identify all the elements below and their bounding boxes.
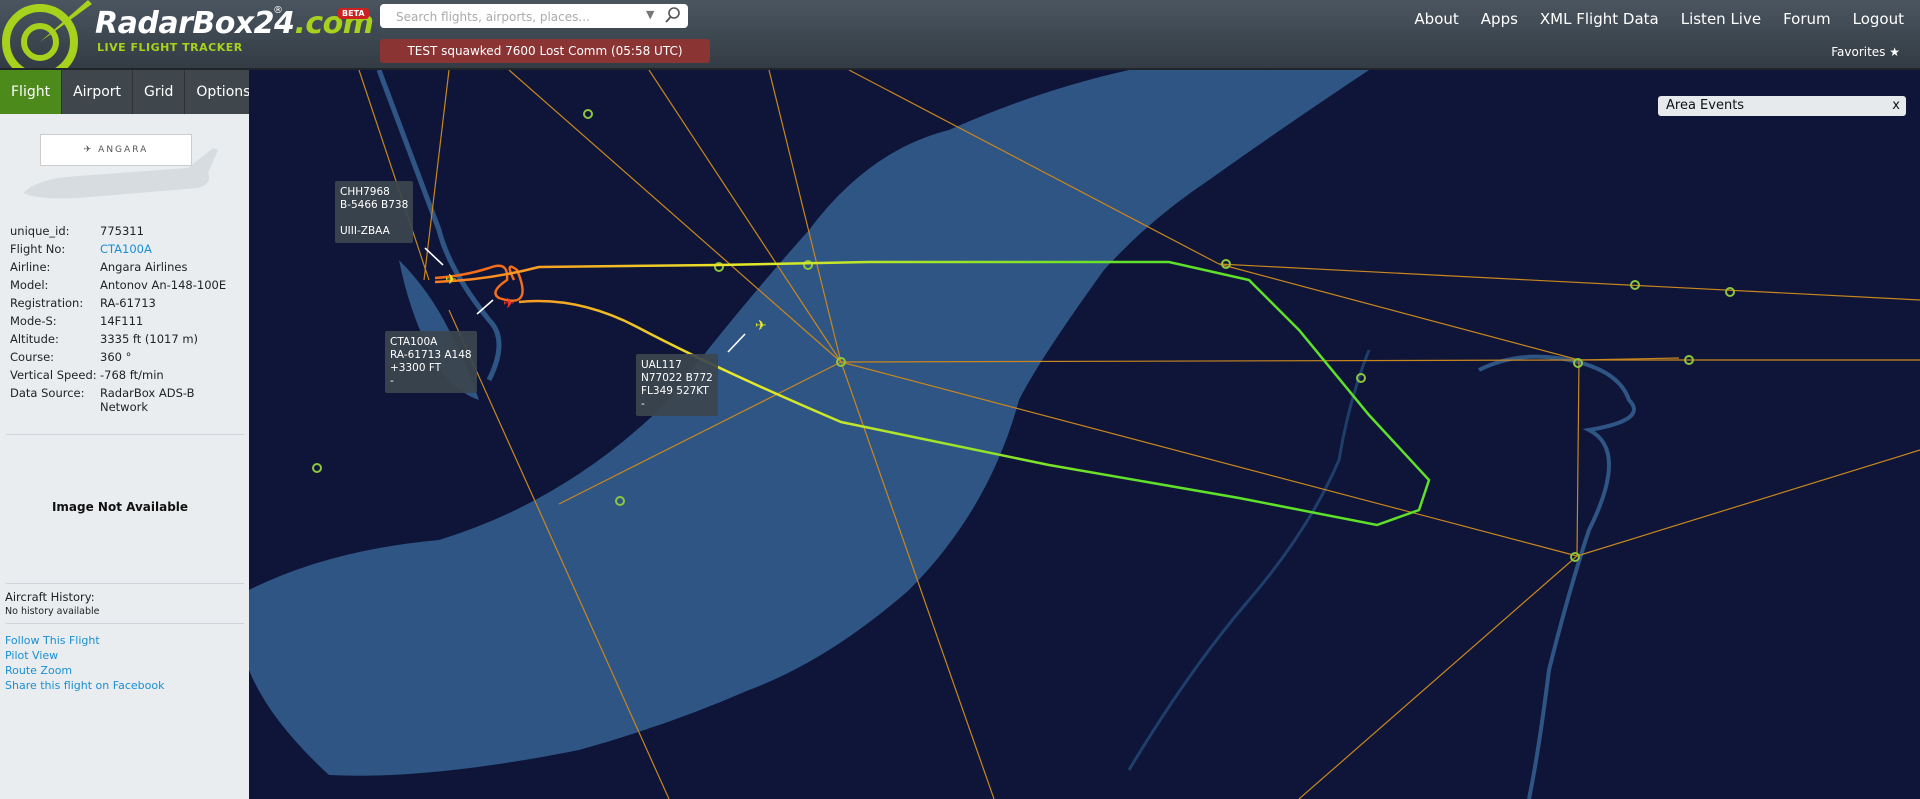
image-not-available: Image Not Available bbox=[51, 500, 189, 514]
info-value: -768 ft/min bbox=[100, 368, 164, 382]
info-key: Vertical Speed: bbox=[10, 368, 97, 382]
tab-flight[interactable]: Flight bbox=[0, 70, 63, 114]
svg-text:✈: ✈ bbox=[755, 318, 767, 334]
info-row-registration: Registration: RA-61713 bbox=[10, 296, 240, 310]
squawk-alert-banner[interactable]: TEST squawked 7600 Lost Comm (05:58 UTC) bbox=[380, 39, 710, 63]
info-key: Airline: bbox=[10, 260, 51, 274]
divider bbox=[6, 434, 244, 435]
info-value: RA-61713 bbox=[100, 296, 156, 310]
search-icon[interactable] bbox=[664, 6, 682, 24]
share-facebook-link[interactable]: Share this flight on Facebook bbox=[5, 678, 164, 693]
info-row-mode-s: Mode-S: 14F111 bbox=[10, 314, 240, 328]
top-nav: About Apps XML Flight Data Listen Live F… bbox=[1392, 10, 1904, 28]
info-value: 360 ° bbox=[100, 350, 132, 364]
area-events-panel[interactable]: Area Events x bbox=[1658, 96, 1906, 116]
aircraft-icon-chh7968[interactable]: ✈ bbox=[445, 272, 457, 288]
aircraft-icon-ual117[interactable]: ✈ bbox=[755, 318, 767, 334]
aircraft-history-value: No history available bbox=[5, 606, 100, 617]
aircraft-history-title: Aircraft History: bbox=[5, 590, 95, 604]
info-row-flight-no: Flight No: CTA100A bbox=[10, 242, 240, 256]
info-value: RadarBox ADS-B Network bbox=[100, 386, 195, 414]
tab-airport[interactable]: Airport bbox=[62, 70, 134, 114]
flight-label-chh7968[interactable]: CHH7968 B-5466 B738 UIII-ZBAA bbox=[335, 181, 414, 243]
info-row-course: Course: 360 ° bbox=[10, 350, 240, 364]
favorites-button[interactable]: Favorites ★ bbox=[1831, 45, 1900, 59]
tagline: LIVE FLIGHT TRACKER bbox=[97, 41, 243, 54]
logo-wordmark[interactable]: RadarBox24.com bbox=[95, 6, 374, 41]
info-key: Course: bbox=[10, 350, 55, 364]
info-row-altitude: Altitude: 3335 ft (1017 m) bbox=[10, 332, 240, 346]
search-input[interactable] bbox=[394, 7, 638, 27]
nav-apps[interactable]: Apps bbox=[1481, 10, 1518, 28]
info-row-data-source: Data Source: RadarBox ADS-B Network bbox=[10, 386, 240, 414]
info-value: Antonov An-148-100E bbox=[100, 278, 227, 292]
info-key: Altitude: bbox=[10, 332, 59, 346]
info-row-unique-id: unique_id: 775311 bbox=[10, 224, 240, 238]
tab-grid[interactable]: Grid bbox=[133, 70, 186, 114]
info-value: 14F111 bbox=[100, 314, 144, 328]
info-key: Data Source: bbox=[10, 386, 85, 400]
radar-logo-icon[interactable] bbox=[0, 0, 92, 68]
flight-map[interactable]: ✈ ✈ ✈ CHH7968 B-5466 B738 UIII-ZBAA CTA1… bbox=[249, 70, 1920, 799]
nav-listen-live[interactable]: Listen Live bbox=[1681, 10, 1761, 28]
nav-forum[interactable]: Forum bbox=[1783, 10, 1831, 28]
header: RadarBox24.com ® BETA LIVE FLIGHT TRACKE… bbox=[0, 0, 1920, 70]
info-key: unique_id: bbox=[10, 224, 70, 238]
area-events-title: Area Events bbox=[1666, 98, 1745, 113]
divider bbox=[6, 623, 244, 624]
logo-main-text: RadarBox24 bbox=[95, 6, 295, 41]
airline-logo: ✈ ANGARA bbox=[40, 134, 192, 166]
nav-about[interactable]: About bbox=[1414, 10, 1458, 28]
close-icon[interactable]: x bbox=[1892, 96, 1900, 116]
beta-badge: BETA bbox=[338, 8, 369, 19]
aircraft-icon-cta100a[interactable]: ✈ bbox=[503, 296, 515, 312]
flight-label-ual117[interactable]: UAL117 N77022 B772 FL349 527KT - bbox=[636, 354, 718, 416]
info-row-airline: Airline: Angara Airlines bbox=[10, 260, 240, 274]
follow-flight-link[interactable]: Follow This Flight bbox=[5, 633, 164, 648]
pilot-view-link[interactable]: Pilot View bbox=[5, 648, 164, 663]
info-value: 3335 ft (1017 m) bbox=[100, 332, 199, 346]
info-value: Angara Airlines bbox=[100, 260, 188, 274]
flight-number-link[interactable]: CTA100A bbox=[100, 242, 240, 256]
search-box: ▼ bbox=[380, 4, 688, 28]
info-key: Model: bbox=[10, 278, 49, 292]
nav-xml-flight-data[interactable]: XML Flight Data bbox=[1540, 10, 1659, 28]
flight-actions: Follow This Flight Pilot View Route Zoom… bbox=[5, 633, 164, 693]
divider bbox=[6, 583, 244, 584]
info-row-model: Model: Antonov An-148-100E bbox=[10, 278, 240, 292]
info-key: Flight No: bbox=[10, 242, 66, 256]
route-zoom-link[interactable]: Route Zoom bbox=[5, 663, 164, 678]
info-value: 775311 bbox=[100, 224, 144, 238]
sidebar-tabs: Flight Airport Grid Options bbox=[0, 70, 263, 114]
registered-mark: ® bbox=[273, 5, 283, 16]
nav-logout[interactable]: Logout bbox=[1853, 10, 1904, 28]
flight-label-cta100a[interactable]: CTA100A RA-61713 A148 +3300 FT - bbox=[385, 331, 477, 393]
sidebar: Flight Airport Grid Options ✈ ANGARA uni… bbox=[0, 70, 263, 799]
svg-text:✈: ✈ bbox=[503, 296, 515, 312]
info-key: Mode-S: bbox=[10, 314, 57, 328]
map-canvas[interactable]: ✈ ✈ ✈ bbox=[249, 70, 1920, 799]
filter-dropdown-icon[interactable]: ▼ bbox=[646, 8, 654, 21]
info-key: Registration: bbox=[10, 296, 84, 310]
flight-info-table: unique_id: 775311 Flight No: CTA100A Airli… bbox=[10, 224, 240, 418]
svg-text:✈: ✈ bbox=[445, 272, 457, 288]
info-row-vertical-speed: Vertical Speed: -768 ft/min bbox=[10, 368, 240, 382]
